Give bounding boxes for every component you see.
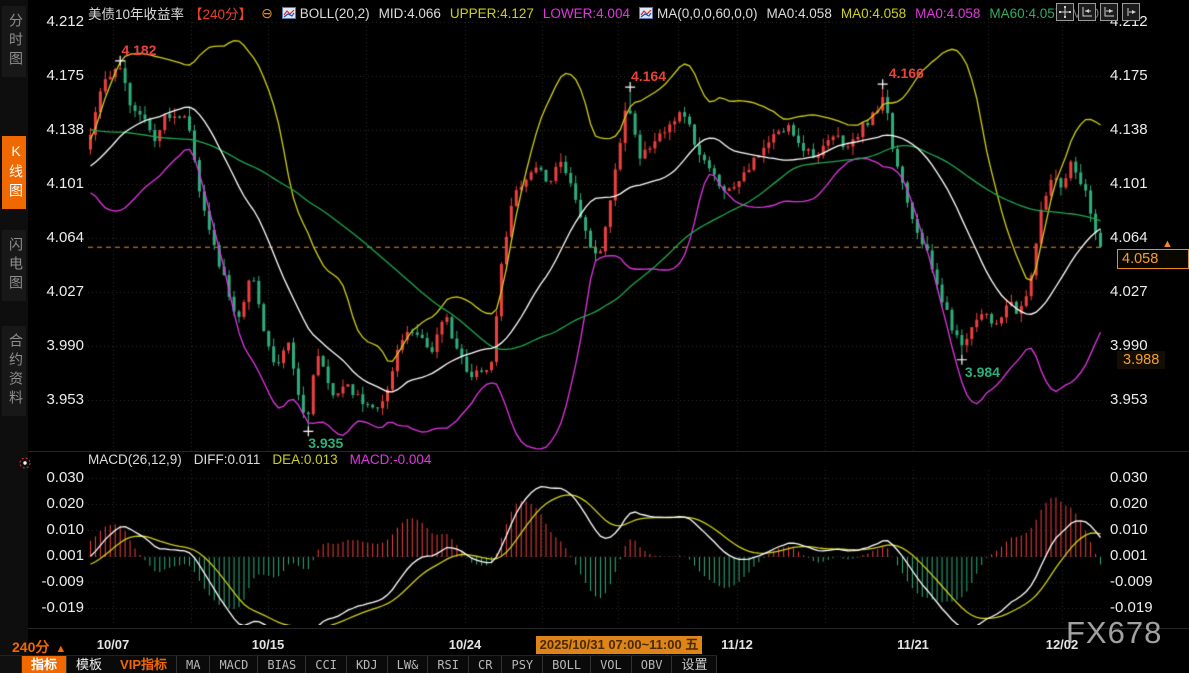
macd-dea-value: DEA:0.013 <box>272 452 337 468</box>
time-tick-label: 11/21 <box>897 637 929 652</box>
axis-tick-label: -0.009 <box>1110 573 1180 591</box>
macd-value: MACD:-0.004 <box>350 452 432 468</box>
chart-header: 美债10年收益率 【240分】 ⊖ BOLL(20,2) MID:4.066 U… <box>88 3 1103 23</box>
selected-candle-time-badge: 2025/10/31 07:00~11:00 五 <box>536 636 702 654</box>
axis-tick-label: 0.001 <box>1110 547 1180 565</box>
axis-tick-label: 0.020 <box>28 495 84 513</box>
axis-tick-label: 4.175 <box>1110 67 1180 85</box>
compress-right-icon[interactable] <box>1100 3 1118 21</box>
toolbar-tab-vip-indicators[interactable]: VIP指标 <box>111 656 177 673</box>
toolbar-item-cr[interactable]: CR <box>469 656 502 673</box>
sidebar-tab-contract-info[interactable]: 合约资料 <box>2 326 26 416</box>
toolbar-item-macd[interactable]: MACD <box>210 656 258 673</box>
axis-tick-label: -0.009 <box>28 573 84 591</box>
toolbar-item-kdj[interactable]: KDJ <box>347 656 388 673</box>
time-tick-label: 11/12 <box>721 637 753 652</box>
bottom-divider <box>28 628 1189 629</box>
axis-tick-label: 0.030 <box>1110 469 1180 487</box>
boll-mid-value: MID:4.066 <box>379 6 441 21</box>
instrument-title: 美债10年收益率 <box>88 3 184 23</box>
axis-tick-label: -0.019 <box>28 599 84 617</box>
toolbar-item-bias[interactable]: BIAS <box>258 656 306 673</box>
main-candlestick-chart[interactable] <box>88 10 1103 452</box>
ma0-magenta-value: MA0:4.058 <box>915 6 980 21</box>
high-annotation: 4.182 <box>121 42 156 58</box>
time-tick-label: 10/24 <box>449 637 482 652</box>
ma-name: MA(0,0,0,60,0,0) <box>657 6 758 21</box>
axis-tick-label: 4.064 <box>28 229 84 247</box>
ma0-yellow-value: MA0:4.058 <box>841 6 906 21</box>
axis-tick-label: 0.030 <box>28 469 84 487</box>
time-tick-label: 10/15 <box>252 637 285 652</box>
toolbar-tab-indicators[interactable]: 指标 <box>22 656 67 673</box>
axis-tick-label: 4.027 <box>1110 283 1180 301</box>
ma60-value: MA60:4.057 <box>989 6 1062 21</box>
axis-tick-label: 4.138 <box>28 121 84 139</box>
secondary-price-tag: 3.988 <box>1117 351 1165 369</box>
axis-tick-label: 0.020 <box>1110 495 1180 513</box>
current-price-tag: 4.058 <box>1117 249 1189 269</box>
low-annotation: 3.984 <box>965 364 1000 380</box>
toolbar-item-obv[interactable]: OBV <box>632 656 673 673</box>
axis-tick-label: 0.010 <box>1110 521 1180 539</box>
macd-indicator-chart[interactable] <box>88 470 1103 625</box>
ma0-white-value: MA0:4.058 <box>767 6 832 21</box>
toolbar-item-cci[interactable]: CCI <box>306 656 347 673</box>
sidebar-tab-timeline-chart[interactable]: 分时图 <box>2 6 26 77</box>
boll-upper-value: UPPER:4.127 <box>450 6 534 21</box>
left-sidebar: 分时图 K线图 闪电图 合约资料 <box>0 0 28 673</box>
axis-tick-label: 3.953 <box>28 391 84 409</box>
axis-tick-label: 0.010 <box>28 521 84 539</box>
macd-header: MACD(26,12,9) DIFF:0.011 DEA:0.013 MACD:… <box>88 452 431 468</box>
toolbar-tab-templates[interactable]: 模板 <box>67 656 111 673</box>
sidebar-tab-lightning-chart[interactable]: 闪电图 <box>2 230 26 301</box>
toolbar-spacer <box>0 656 22 673</box>
period-badge[interactable]: 【240分】 <box>189 3 252 23</box>
axis-tick-label: 4.212 <box>28 13 84 31</box>
macd-name: MACD(26,12,9) <box>88 452 182 468</box>
axis-tick-label: 3.990 <box>28 337 84 355</box>
low-annotation: 3.935 <box>308 435 343 451</box>
ma-indicator-icon[interactable] <box>639 7 653 19</box>
indicator-toolbar: 指标 模板 VIP指标 MA MACD BIAS CCI KDJ LW& RSI… <box>0 655 717 673</box>
toolbar-item-rsi[interactable]: RSI <box>428 656 469 673</box>
watermark: FX678 <box>1066 615 1162 651</box>
high-annotation: 4.166 <box>889 65 924 81</box>
high-annotation: 4.164 <box>631 68 666 84</box>
boll-indicator-icon[interactable] <box>282 7 296 19</box>
toolbar-item-settings[interactable]: 设置 <box>672 656 717 673</box>
macd-diff-value: DIFF:0.011 <box>194 452 261 468</box>
toolbar-item-ma[interactable]: MA <box>177 656 210 673</box>
axis-tick-label: 4.175 <box>28 67 84 85</box>
axis-tick-label: 4.101 <box>1110 175 1180 193</box>
toolbar-item-vol[interactable]: VOL <box>591 656 632 673</box>
axis-tick-label: 4.101 <box>28 175 84 193</box>
trading-app-window: 分时图 K线图 闪电图 合约资料 美债10年收益率 【240分】 ⊖ BOLL(… <box>0 0 1189 673</box>
collapse-icon[interactable]: ⊖ <box>261 7 273 19</box>
period-selector[interactable]: 240分▲ <box>12 637 66 657</box>
boll-lower-value: LOWER:4.004 <box>543 6 630 21</box>
dropdown-arrow-icon: ▲ <box>55 643 66 655</box>
crosshair-pan-icon[interactable] <box>1056 3 1074 21</box>
axis-tick-label: 3.953 <box>1110 391 1180 409</box>
chart-tool-buttons <box>1056 3 1140 21</box>
pan-right-icon[interactable] <box>1122 3 1140 21</box>
axis-tick-label: 4.027 <box>28 283 84 301</box>
indicator-target-icon <box>18 456 32 470</box>
boll-name: BOLL(20,2) <box>300 6 370 21</box>
axis-tick-label: 0.001 <box>28 547 84 565</box>
toolbar-item-psy[interactable]: PSY <box>502 656 543 673</box>
time-tick-label: 10/07 <box>97 637 130 652</box>
sidebar-tab-candlestick-chart[interactable]: K线图 <box>2 136 26 209</box>
toolbar-item-boll[interactable]: BOLL <box>543 656 591 673</box>
compress-left-icon[interactable] <box>1078 3 1096 21</box>
axis-tick-label: 4.138 <box>1110 121 1180 139</box>
toolbar-item-lw[interactable]: LW& <box>388 656 429 673</box>
